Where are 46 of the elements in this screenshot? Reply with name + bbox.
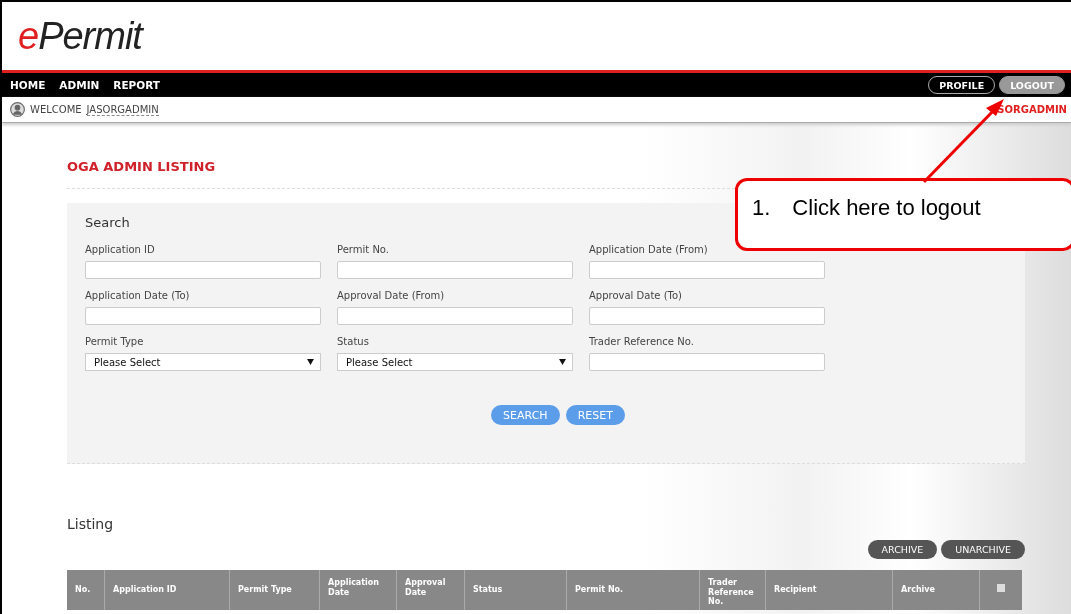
input-field[interactable] bbox=[589, 353, 825, 371]
column-header: Recipient bbox=[766, 570, 893, 610]
input-field[interactable] bbox=[337, 261, 573, 279]
user-icon bbox=[10, 102, 25, 117]
archive-button[interactable]: ARCHIVE bbox=[867, 540, 938, 559]
field-label: Approval Date (To) bbox=[589, 290, 683, 301]
callout-text: Click here to logout bbox=[792, 195, 981, 222]
column-header: Permit Type bbox=[230, 570, 320, 610]
field-label: Application ID bbox=[85, 244, 156, 255]
column-header: Application Date bbox=[320, 570, 397, 610]
welcome-label: WELCOME bbox=[30, 104, 82, 115]
nav-link[interactable]: REPORT bbox=[113, 79, 160, 91]
user-link[interactable]: JASORGADMIN bbox=[86, 103, 159, 116]
field-label: Permit Type bbox=[85, 336, 145, 347]
field-label: Application Date (To) bbox=[85, 290, 191, 301]
field-label: Application Date (From) bbox=[589, 244, 709, 255]
column-header: Status bbox=[465, 570, 567, 610]
select-all-checkbox[interactable] bbox=[997, 584, 1005, 592]
field-label: Trader Reference No. bbox=[589, 336, 695, 347]
column-header: Permit No. bbox=[567, 570, 700, 610]
callout-number: 1. bbox=[752, 195, 771, 222]
input-field[interactable] bbox=[85, 261, 321, 279]
caret-icon bbox=[559, 359, 566, 365]
field-label: Approval Date (From) bbox=[337, 290, 446, 301]
field-label: Status bbox=[337, 336, 370, 347]
input-field[interactable] bbox=[337, 307, 573, 325]
user-name: SORGADMIN bbox=[997, 104, 1067, 115]
listing-title: Listing bbox=[67, 516, 115, 532]
column-header: Trader Reference No. bbox=[700, 570, 766, 610]
column-header: Approval Date bbox=[397, 570, 465, 610]
profile-button[interactable]: PROFILE bbox=[928, 76, 996, 94]
dropdown[interactable]: Please Select bbox=[337, 353, 573, 371]
nav-link[interactable]: HOME bbox=[10, 79, 46, 91]
field-label: Permit No. bbox=[337, 244, 390, 255]
caret-icon bbox=[307, 359, 314, 365]
unarchive-button[interactable]: UNARCHIVE bbox=[941, 540, 1025, 559]
input-field[interactable] bbox=[589, 261, 825, 279]
logo: ePermit bbox=[18, 14, 142, 58]
column-header: Archive bbox=[893, 570, 980, 610]
dropdown[interactable]: Please Select bbox=[85, 353, 321, 371]
column-header: No. bbox=[67, 570, 105, 610]
nav-link[interactable]: ADMIN bbox=[59, 79, 100, 91]
search-title: Search bbox=[85, 215, 131, 230]
input-field[interactable] bbox=[589, 307, 825, 325]
input-field[interactable] bbox=[85, 307, 321, 325]
column-header: Application ID bbox=[105, 570, 230, 610]
